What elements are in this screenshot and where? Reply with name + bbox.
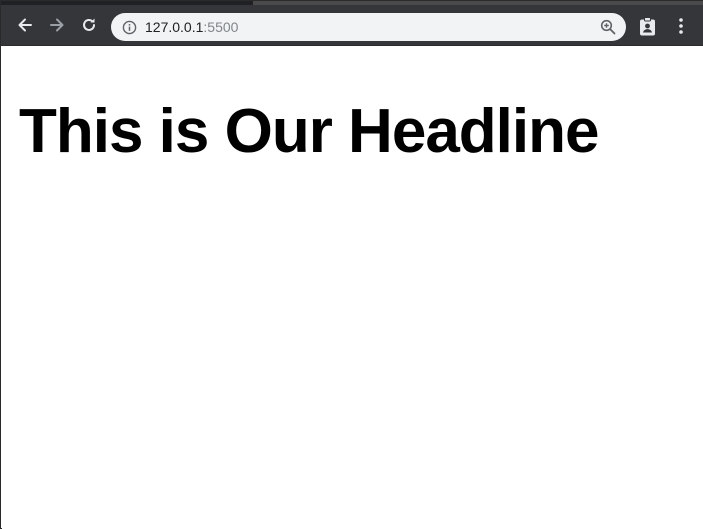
url-host: 127.0.0.1 (145, 19, 204, 35)
forward-button[interactable] (44, 12, 70, 38)
zoom-icon[interactable] (600, 19, 616, 35)
address-bar[interactable]: 127.0.0.1:5500 (111, 13, 626, 41)
browser-window: 127.0.0.1:5500 This is Our Headline (0, 0, 703, 529)
browser-toolbar: 127.0.0.1:5500 (1, 5, 703, 46)
page-viewport: This is Our Headline (2, 46, 703, 529)
info-icon[interactable] (121, 19, 137, 35)
back-button[interactable] (12, 12, 38, 38)
reload-icon (83, 18, 95, 31)
url-port: :5500 (203, 19, 239, 35)
arrow-right-icon (50, 18, 64, 32)
arrow-left-icon (18, 18, 32, 32)
contact-badge-icon[interactable] (637, 16, 657, 36)
vertical-dots-icon[interactable] (671, 15, 691, 37)
address-text[interactable]: 127.0.0.1:5500 (145, 13, 238, 41)
page-headline: This is Our Headline (19, 97, 599, 166)
reload-button[interactable] (76, 12, 102, 38)
